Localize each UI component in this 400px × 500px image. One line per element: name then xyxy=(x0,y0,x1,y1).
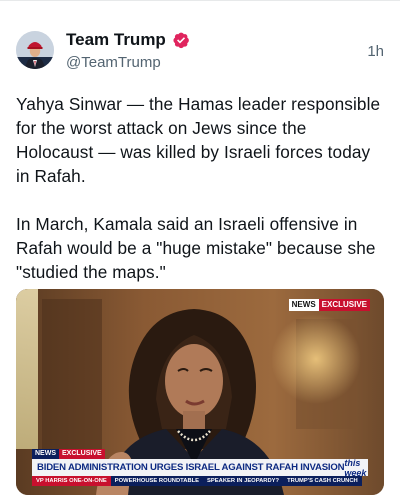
chyron-network: NEWS xyxy=(32,449,59,459)
chyron-tag: NEWS EXCLUSIVE xyxy=(32,449,368,459)
exclusive-label: EXCLUSIVE xyxy=(318,299,370,311)
profile-avatar[interactable] xyxy=(16,31,54,69)
network-label: NEWS xyxy=(288,299,319,311)
show-logo: this week xyxy=(344,457,367,478)
tweet-paragraph: In March, Kamala said an Israeli offensi… xyxy=(16,214,376,282)
chyron-headline: BIDEN ADMINISTRATION URGES ISRAEL AGAINS… xyxy=(37,462,345,473)
chyron-exclusive: EXCLUSIVE xyxy=(59,449,105,459)
chyron-headline-bar: BIDEN ADMINISTRATION URGES ISRAEL AGAINS… xyxy=(32,457,368,478)
tweet[interactable]: Team Trump @TeamTrump 1h Yahya Sinwar — … xyxy=(0,0,400,500)
video-thumbnail[interactable]: NEWS EXCLUSIVE NEWS EXCLUSIVE BIDEN ADMI… xyxy=(16,289,384,495)
ticker-item: SPEAKER IN JEOPARDY? xyxy=(203,476,284,486)
author-handle[interactable]: @TeamTrump xyxy=(66,54,161,72)
network-badge: NEWS EXCLUSIVE xyxy=(288,299,370,311)
tweet-paragraph: Yahya Sinwar — the Hamas leader responsi… xyxy=(16,94,381,186)
news-chyron: NEWS EXCLUSIVE BIDEN ADMINISTRATION URGE… xyxy=(32,449,368,486)
verified-badge-icon xyxy=(172,31,190,49)
news-ticker: VP HARRIS ONE-ON-ONE POWERHOUSE ROUNDTAB… xyxy=(32,476,368,486)
display-name[interactable]: Team Trump xyxy=(66,30,166,50)
tweet-body: Yahya Sinwar — the Hamas leader responsi… xyxy=(16,92,384,284)
ticker-item: TRUMP'S CASH CRUNCH xyxy=(283,476,362,486)
ticker-item: VP HARRIS ONE-ON-ONE xyxy=(32,476,111,486)
author-row: Team Trump xyxy=(66,30,190,50)
post-timestamp[interactable]: 1h xyxy=(367,43,384,61)
ticker-item: POWERHOUSE ROUNDTABLE xyxy=(110,476,204,486)
